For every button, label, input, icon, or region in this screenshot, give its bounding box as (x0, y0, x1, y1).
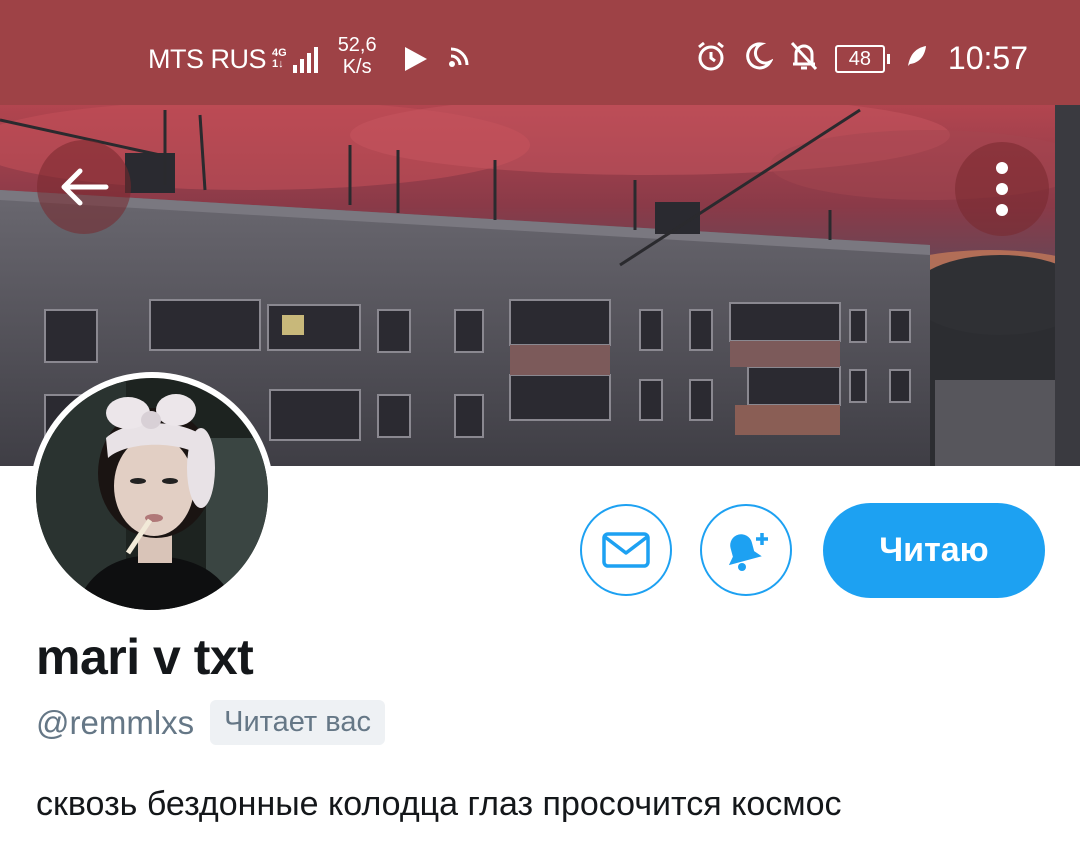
network-type: 4G 1↓ (272, 47, 287, 70)
more-vertical-icon (996, 162, 1008, 216)
envelope-icon (602, 532, 650, 568)
signal-icon (292, 45, 318, 73)
clock: 10:57 (947, 40, 1028, 76)
handle-row: @remmlxs Читает вас (36, 700, 385, 745)
more-options-button[interactable] (955, 142, 1049, 236)
profile-bio: сквозь бездонные колодца глаз просочится… (36, 785, 842, 823)
message-button[interactable] (580, 504, 672, 596)
notifications-button[interactable] (700, 504, 792, 596)
carrier-name: MTS RUS (148, 43, 267, 74)
back-arrow-icon (61, 168, 109, 206)
follows-you-badge: Читает вас (210, 700, 385, 745)
network-speed: 52,6 K/s (337, 34, 377, 78)
moon-icon (743, 41, 774, 76)
leaf-icon (906, 44, 928, 73)
bell-off-icon (789, 40, 819, 77)
user-handle: @remmlxs (36, 703, 195, 741)
bell-plus-icon (728, 533, 768, 571)
cast-icon (447, 45, 471, 74)
status-bar: MTS RUS 4G 1↓ 52,6 K/s 48 10:57 (0, 0, 1080, 105)
avatar[interactable] (30, 372, 274, 616)
following-button[interactable]: Читаю (823, 503, 1045, 598)
play-icon (404, 47, 427, 71)
avatar-image (36, 378, 268, 610)
back-button[interactable] (37, 140, 131, 234)
battery-icon: 48 (834, 44, 890, 73)
display-name: mari v txt (36, 629, 254, 685)
alarm-icon (695, 40, 727, 77)
